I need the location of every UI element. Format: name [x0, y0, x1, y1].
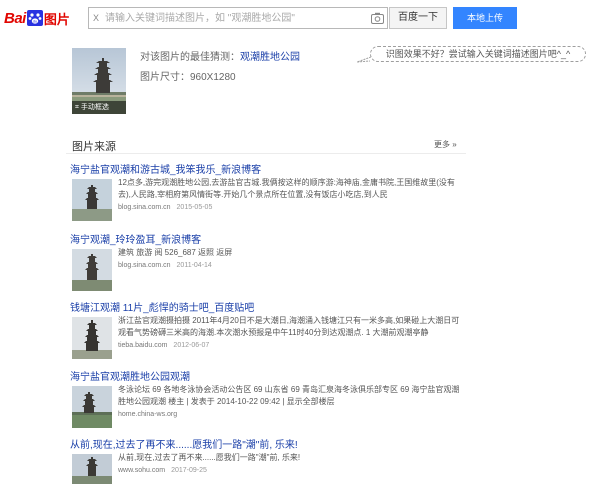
- source-result-thumbnail[interactable]: [72, 249, 112, 291]
- source-result-title[interactable]: 海宁盐官观潮胜地公园观潮: [70, 368, 190, 383]
- source-result-site[interactable]: blog.sina.com.cn: [118, 262, 171, 269]
- source-result-thumbnail[interactable]: [72, 386, 112, 428]
- result-photo: [72, 317, 112, 359]
- logo-images-text: 图片: [43, 11, 70, 27]
- best-guess-link[interactable]: 观潮胜地公园: [240, 52, 300, 63]
- source-result-title[interactable]: 海宁盐官观潮和游古城_我笨我乐_新浪博客: [70, 161, 261, 176]
- image-size-value: 960X1280: [190, 72, 236, 83]
- hint-bubble-tail: [356, 56, 371, 63]
- result-photo: [72, 386, 112, 428]
- local-upload-button[interactable]: 本地上传: [453, 7, 517, 29]
- source-result-site[interactable]: tieba.baidu.com: [118, 342, 167, 349]
- source-result-date: 2012-06-07: [173, 342, 210, 349]
- source-result-site[interactable]: www.sohu.com: [118, 467, 165, 474]
- source-result-body: 建筑 旅游 阅 526_687 返照 返屏 blog.sina.com.cn 20…: [118, 247, 466, 271]
- source-result-snippet: 从前,现在,过去了再不来......愿我们一路"潮"前, 乐来!: [118, 453, 301, 462]
- baidu-paw-icon: du: [26, 10, 43, 26]
- hint-bubble: 识图效果不好？尝试输入关键词描述图片吧^_^: [370, 46, 586, 62]
- search-input[interactable]: [105, 10, 365, 26]
- source-result-body: 从前,现在,过去了再不来......愿我们一路"潮"前, 乐来! www.soh…: [118, 452, 466, 476]
- source-result-body: 浙江盐官观潮摄拍摄 2011年4月20日不是大潮日,海潮涌入钱塘江只有一米多高,…: [118, 315, 466, 351]
- source-result-snippet: 12点多,游完观潮胜地公园,去游盐官古城.我俩按这样的顺序游:海神庙,金庸书院,…: [118, 178, 455, 199]
- search-button[interactable]: 百度一下: [389, 7, 447, 29]
- source-result-thumbnail[interactable]: [72, 454, 112, 484]
- source-result-snippet: 建筑 旅游 阅 526_687 返照 返屏: [118, 248, 233, 257]
- source-result-snippet: 浙江盐官观潮摄拍摄 2011年4月20日不是大潮日,海潮涌入钱塘江只有一米多高,…: [118, 316, 460, 337]
- best-guess-label: 对该图片的最佳猜测：: [140, 52, 240, 63]
- image-sources-heading: 图片来源: [72, 141, 116, 153]
- source-result-title[interactable]: 海宁观潮_玲玲盈耳_新浪博客: [70, 231, 201, 246]
- logo-bai-text: Bai: [4, 9, 26, 27]
- clear-image-button[interactable]: X: [91, 11, 101, 25]
- baidu-images-logo[interactable]: Bai du 图片: [4, 8, 70, 28]
- source-result-date: 2017-09-25: [171, 467, 207, 474]
- source-result-date: 2011-04-14: [176, 262, 212, 269]
- query-image-thumbnail[interactable]: ⌗ 手动框选: [72, 48, 126, 114]
- source-result-title[interactable]: 钱塘江观潮 11片_彪悍的骑士吧_百度贴吧: [70, 299, 254, 314]
- image-size-line: 图片尺寸：960X1280: [140, 68, 236, 83]
- header-bar: Bai du 图片 X 百度一下 本地上传: [0, 0, 600, 36]
- source-result-site[interactable]: blog.sina.com.cn: [118, 204, 171, 211]
- image-size-label: 图片尺寸：: [140, 72, 190, 83]
- source-result-body: 12点多,游完观潮胜地公园,去游盐官古城.我俩按这样的顺序游:海神庙,金庸书院,…: [118, 177, 466, 213]
- source-result-thumbnail[interactable]: [72, 317, 112, 359]
- camera-icon[interactable]: [371, 12, 384, 24]
- manual-crop-button[interactable]: ⌗ 手动框选: [72, 101, 126, 114]
- svg-text:du: du: [33, 18, 37, 23]
- source-result-body: 冬泳论坛 69 各地冬泳协会活动公告区 69 山东省 69 青岛汇泉海冬泳俱乐部…: [118, 384, 466, 420]
- source-result-date: 2015-05-05: [176, 204, 213, 211]
- result-photo: [72, 179, 112, 221]
- manual-crop-label: 手动框选: [80, 104, 109, 111]
- source-result-site[interactable]: home.china-ws.org: [118, 411, 177, 418]
- source-result-thumbnail[interactable]: [72, 179, 112, 221]
- section-divider: [66, 153, 466, 154]
- search-box: X: [88, 7, 388, 29]
- result-photo: [72, 249, 112, 291]
- result-photo: [72, 454, 112, 484]
- more-sources-link[interactable]: 更多 »: [434, 139, 457, 150]
- source-result-snippet: 冬泳论坛 69 各地冬泳协会活动公告区 69 山东省 69 青岛汇泉海冬泳俱乐部…: [118, 385, 460, 406]
- source-result-title[interactable]: 从前,现在,过去了再不来......愿我们一路"潮"前, 乐来!: [70, 436, 298, 451]
- best-guess-line: 对该图片的最佳猜测：观潮胜地公园: [140, 48, 300, 63]
